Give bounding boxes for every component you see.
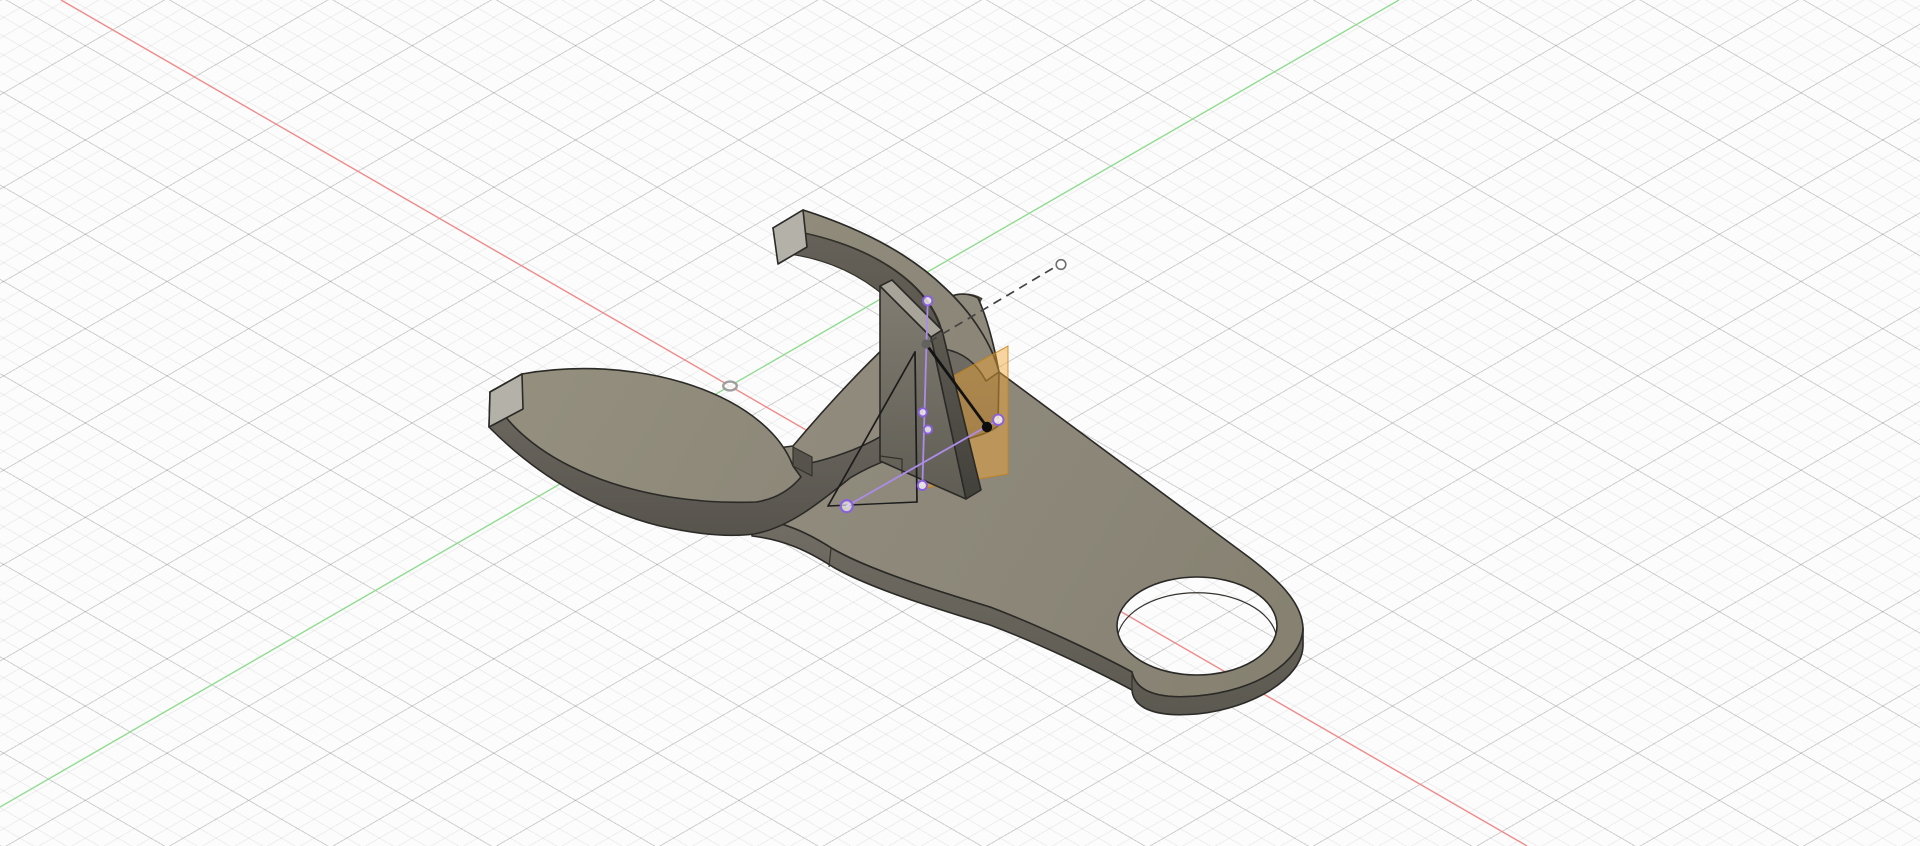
origin-marker[interactable] [722, 380, 739, 392]
sketch-black-point[interactable] [981, 421, 993, 433]
x-axis-line[interactable] [60, 0, 1528, 846]
sketch-grey-point[interactable] [921, 339, 931, 349]
sketch-point[interactable] [916, 479, 928, 491]
ring-top-face-lower-arm[interactable] [489, 367, 802, 504]
sketch-point[interactable] [839, 499, 854, 514]
cad-viewport-canvas[interactable] [0, 0, 1920, 846]
extrude-direction-end-point[interactable] [1055, 258, 1067, 271]
sketch-point[interactable] [917, 407, 928, 418]
sketch-point[interactable] [922, 424, 933, 435]
world-axes [0, 0, 1528, 846]
sketch-point[interactable] [992, 413, 1005, 426]
sketch-point[interactable] [922, 295, 934, 307]
hole-inner-wall[interactable] [1117, 592, 1277, 635]
model-scene [0, 0, 1528, 846]
